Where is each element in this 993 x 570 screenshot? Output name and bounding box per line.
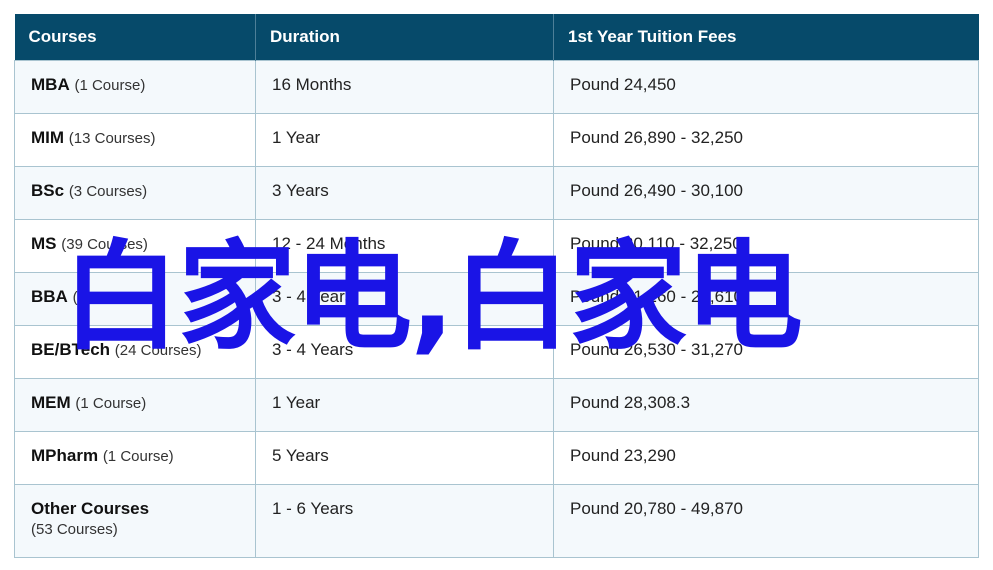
- course-cell: BE/BTech (24 Courses): [14, 325, 256, 379]
- course-name: BBA: [31, 287, 68, 306]
- table-row: MPharm (1 Course) 5 Years Pound 23,290: [14, 431, 979, 485]
- course-fees-table-container: Courses Duration 1st Year Tuition Fees M…: [14, 14, 979, 558]
- course-count: (13 Courses): [68, 130, 156, 147]
- course-cell: MBA (1 Course): [14, 60, 256, 114]
- fees-cell: Pound 24,450: [553, 60, 979, 114]
- duration-cell: 5 Years: [255, 431, 554, 485]
- course-cell: MIM (13 Courses): [14, 113, 256, 167]
- course-name: BSc: [31, 181, 65, 200]
- fees-cell: Pound 20,110 - 32,250: [553, 219, 979, 273]
- fees-cell: Pound 28,308.3: [553, 378, 979, 432]
- table-row: BSc (3 Courses) 3 Years Pound 26,490 - 3…: [14, 166, 979, 220]
- course-name: MIM: [31, 128, 65, 147]
- table-row: MEM (1 Course) 1 Year Pound 28,308.3: [14, 378, 979, 432]
- course-count: (53 Courses): [31, 521, 118, 538]
- table-row: MIM (13 Courses) 1 Year Pound 26,890 - 3…: [14, 113, 979, 167]
- course-count: (39 Courses): [61, 236, 148, 253]
- course-count: (1 Course): [74, 77, 146, 94]
- course-cell: BBA (12 Courses): [14, 272, 256, 326]
- fees-cell: Pound 26,890 - 32,250: [553, 113, 979, 167]
- course-name: MBA: [31, 75, 70, 94]
- course-cell: MEM (1 Course): [14, 378, 256, 432]
- table-row: BBA (12 Courses) 3 - 4 Years Pound 21,26…: [14, 272, 979, 326]
- fees-cell: Pound 26,530 - 31,270: [553, 325, 979, 379]
- course-name: Other Courses: [31, 499, 150, 518]
- course-cell: BSc (3 Courses): [14, 166, 256, 220]
- table-row: MBA (1 Course) 16 Months Pound 24,450: [14, 60, 979, 114]
- course-count: (3 Courses): [68, 183, 148, 200]
- table-header-row: Courses Duration 1st Year Tuition Fees: [14, 14, 979, 61]
- header-courses: Courses: [14, 14, 256, 61]
- table-row: Other Courses (53 Courses) 1 - 6 Years Po…: [14, 484, 979, 558]
- course-count: (1 Course): [102, 448, 174, 465]
- course-count: (12 Courses): [72, 289, 160, 306]
- duration-cell: 3 - 4 Years: [255, 272, 554, 326]
- course-count: (24 Courses): [114, 342, 202, 359]
- fees-cell: Pound 26,490 - 30,100: [553, 166, 979, 220]
- duration-cell: 1 Year: [255, 378, 554, 432]
- course-name: MPharm: [31, 446, 99, 465]
- duration-cell: 1 - 6 Years: [255, 484, 554, 558]
- course-cell: MPharm (1 Course): [14, 431, 256, 485]
- course-cell: Other Courses (53 Courses): [14, 484, 256, 558]
- fees-cell: Pound 23,290: [553, 431, 979, 485]
- course-name: MEM: [31, 393, 71, 412]
- table-row: MS (39 Courses) 12 - 24 Months Pound 20,…: [14, 219, 979, 273]
- fees-cell: Pound 20,780 - 49,870: [553, 484, 979, 558]
- header-tuition-fees: 1st Year Tuition Fees: [553, 14, 979, 61]
- course-cell: MS (39 Courses): [14, 219, 256, 273]
- duration-cell: 3 - 4 Years: [255, 325, 554, 379]
- header-duration: Duration: [255, 14, 554, 61]
- duration-cell: 12 - 24 Months: [255, 219, 554, 273]
- course-name: BE/BTech: [31, 340, 111, 359]
- fees-cell: Pound 21,260 - 28,610: [553, 272, 979, 326]
- duration-cell: 3 Years: [255, 166, 554, 220]
- table-row: BE/BTech (24 Courses) 3 - 4 Years Pound …: [14, 325, 979, 379]
- course-count: (1 Course): [75, 395, 147, 412]
- duration-cell: 1 Year: [255, 113, 554, 167]
- course-name: MS: [31, 234, 57, 253]
- course-fees-table: Courses Duration 1st Year Tuition Fees M…: [14, 14, 979, 558]
- duration-cell: 16 Months: [255, 60, 554, 114]
